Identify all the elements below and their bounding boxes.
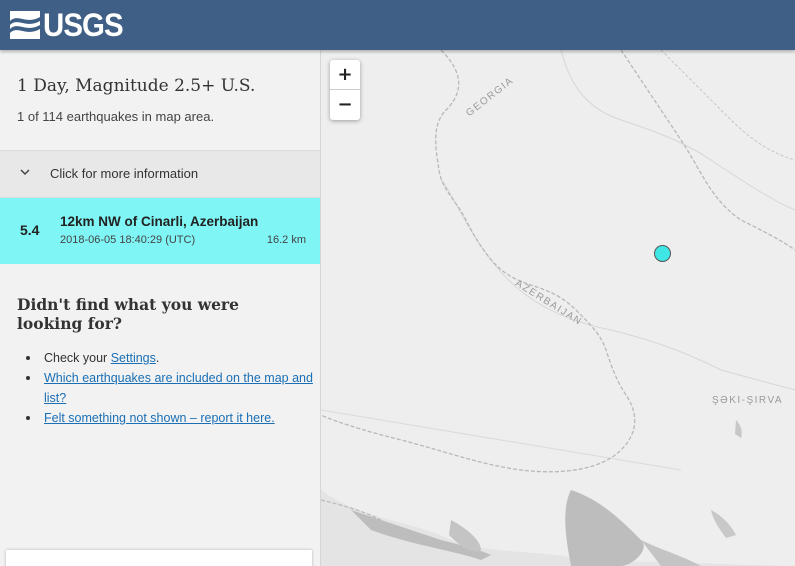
more-info-toggle[interactable]: Click for more information <box>0 150 320 198</box>
bottom-panel <box>6 550 312 566</box>
earthquake-depth: 16.2 km <box>266 234 306 246</box>
page-title: 1 Day, Magnitude 2.5+ U.S. <box>17 76 256 96</box>
map[interactable]: + − GEORGIA AZERBAIJAN ŞƏKI-ŞIRVA <box>321 50 795 566</box>
earthquake-place: 12km NW of Cinarli, Azerbaijan <box>60 214 259 229</box>
header-bar: USGS <box>0 0 795 50</box>
usgs-logo[interactable]: USGS <box>10 9 130 41</box>
zoom-out-button[interactable]: − <box>330 90 360 120</box>
more-info-label: Click for more information <box>50 166 199 181</box>
help-item-settings: Check your Settings. <box>26 348 314 368</box>
felt-report-link[interactable]: Felt something not shown – report it her… <box>44 411 275 425</box>
zoom-in-button[interactable]: + <box>330 60 360 90</box>
settings-link[interactable]: Settings <box>111 351 156 365</box>
chevron-down-icon <box>20 169 30 176</box>
help-check-prefix: Check your <box>44 351 111 365</box>
help-item-included: Which earthquakes are included on the ma… <box>26 368 314 408</box>
magnitude: 5.4 <box>20 222 40 238</box>
usgs-wave-icon <box>10 11 40 39</box>
earthquake-time: 2018-06-05 18:40:29 (UTC) <box>60 234 196 246</box>
help-check-suffix: . <box>155 351 160 365</box>
help-title: Didn't find what you were looking for? <box>17 295 239 333</box>
earthquake-list-item[interactable]: 5.4 12km NW of Cinarli, Azerbaijan 2018-… <box>0 198 320 264</box>
included-earthquakes-link[interactable]: Which earthquakes are included on the ma… <box>44 371 313 405</box>
map-label-region: ŞƏKI-ŞIRVA <box>712 395 784 406</box>
sidebar: 1 Day, Magnitude 2.5+ U.S. 1 of 114 eart… <box>0 50 321 566</box>
earthquake-count: 1 of 114 earthquakes in map area. <box>17 109 215 124</box>
earthquake-marker[interactable] <box>654 245 671 262</box>
zoom-control: + − <box>330 60 360 120</box>
help-list: Check your Settings. Which earthquakes a… <box>26 348 314 428</box>
logo-text: USGS <box>43 7 124 43</box>
help-item-felt: Felt something not shown – report it her… <box>26 408 314 428</box>
